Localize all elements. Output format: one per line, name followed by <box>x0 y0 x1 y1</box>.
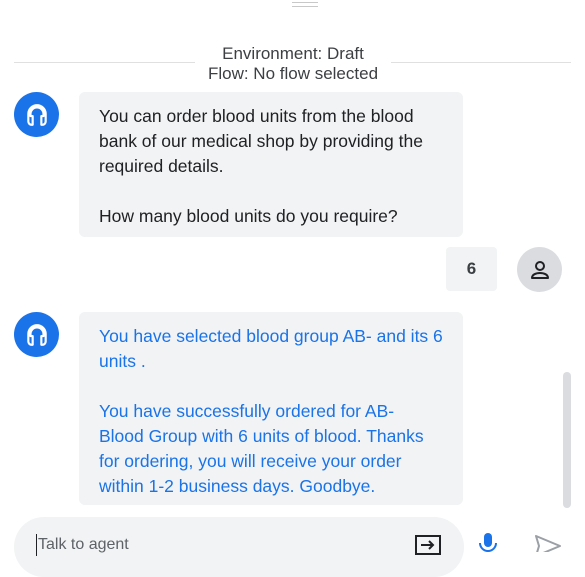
user-avatar <box>517 247 562 292</box>
scrollbar[interactable] <box>563 372 571 508</box>
agent-message: You have selected blood group AB- and it… <box>79 312 463 505</box>
message-input-container <box>14 517 464 577</box>
send-icon[interactable] <box>534 534 562 552</box>
message-text: You have selected blood group AB- and it… <box>99 326 443 371</box>
message-text: How many blood units do you require? <box>99 206 398 226</box>
user-message: 6 <box>446 247 497 291</box>
environment-label: Environment: Draft <box>222 44 364 63</box>
microphone-icon[interactable] <box>476 533 500 553</box>
message-text: You have successfully ordered for AB- Bl… <box>99 401 424 496</box>
drag-handle[interactable] <box>292 2 318 10</box>
agent-avatar <box>14 92 59 137</box>
talk-to-agent-input[interactable] <box>36 534 408 556</box>
send-document-icon[interactable] <box>414 533 442 555</box>
environment-info: Environment: Draft Flow: No flow selecte… <box>195 44 391 84</box>
flow-label: Flow: No flow selected <box>207 64 379 83</box>
agent-message: You can order blood units from the blood… <box>79 92 463 237</box>
headset-icon <box>26 103 47 126</box>
person-icon <box>530 260 549 279</box>
headset-icon <box>26 323 47 346</box>
agent-avatar <box>14 312 59 357</box>
message-text: You can order blood units from the blood… <box>99 106 423 176</box>
